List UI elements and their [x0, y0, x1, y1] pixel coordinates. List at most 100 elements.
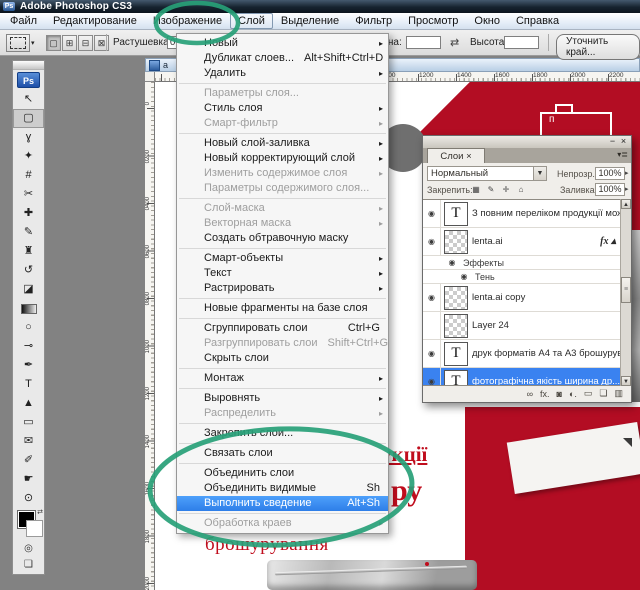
- background-color-swatch[interactable]: [26, 520, 43, 537]
- magic-wand-tool[interactable]: ✦: [13, 147, 44, 166]
- shape-tool[interactable]: ▭: [13, 413, 44, 432]
- menubar-item[interactable]: Фильтр: [347, 13, 400, 29]
- dodge-tool[interactable]: ⊸: [13, 337, 44, 356]
- adjustment-layer-button[interactable]: ◐.: [569, 389, 577, 399]
- menu-item[interactable]: Векторная маска▸: [177, 216, 388, 231]
- menubar-item[interactable]: Слой: [230, 13, 273, 29]
- hand-tool[interactable]: ☛: [13, 470, 44, 489]
- menu-item[interactable]: Удалить▸: [177, 66, 388, 81]
- eraser-tool[interactable]: ◪: [13, 280, 44, 299]
- panel-minimize-button[interactable]: −: [607, 136, 618, 147]
- opacity-input[interactable]: 100%: [595, 167, 625, 180]
- lock-all-icon[interactable]: ⌂: [514, 182, 528, 196]
- toolbox-grip[interactable]: [13, 61, 44, 70]
- menu-item[interactable]: Параметры содержимого слоя...: [177, 181, 388, 196]
- menu-item[interactable]: Слой-маска▸: [177, 201, 388, 216]
- lasso-tool[interactable]: ɣ: [13, 128, 44, 147]
- menubar-item[interactable]: Справка: [508, 13, 567, 29]
- menu-item[interactable]: Текст▸: [177, 266, 388, 281]
- layer-row[interactable]: ◉Tфотографічна якість ширина др...: [423, 368, 620, 386]
- new-layer-button[interactable]: ❏: [599, 388, 607, 399]
- panel-flyout-menu-icon[interactable]: ▾≣: [617, 150, 628, 159]
- notes-tool[interactable]: ✉: [13, 432, 44, 451]
- path-selection-tool[interactable]: ▲: [13, 394, 44, 413]
- layer-effect-row[interactable]: ◉Эффекты: [423, 256, 620, 270]
- blur-tool[interactable]: ○: [13, 318, 44, 337]
- layer-row[interactable]: ◉lenta.ai copy: [423, 284, 620, 312]
- visibility-eye-icon[interactable]: ◉: [423, 340, 441, 367]
- rectangular-marquee-tool[interactable]: ▢: [13, 109, 44, 128]
- move-tool[interactable]: ↖: [13, 90, 44, 109]
- layers-tab-close-icon[interactable]: ×: [466, 151, 472, 162]
- opacity-spinner-icon[interactable]: ▸: [625, 169, 633, 177]
- slice-tool[interactable]: ✂: [13, 185, 44, 204]
- layer-row[interactable]: ◉lenta.aifx ▴: [423, 228, 620, 256]
- new-selection-button[interactable]: ▢: [46, 35, 61, 51]
- subtract-from-selection-button[interactable]: ⊟: [78, 35, 93, 51]
- menu-item[interactable]: Смарт-объекты▸: [177, 251, 388, 266]
- menu-item[interactable]: Связать слои: [177, 446, 388, 461]
- menu-item[interactable]: Закрепить слои...: [177, 426, 388, 441]
- width-input[interactable]: [406, 36, 441, 49]
- menu-item[interactable]: Стиль слоя▸: [177, 101, 388, 116]
- menu-item[interactable]: Дубликат слоев...Alt+Shift+Ctrl+D: [177, 51, 388, 66]
- zoom-tool[interactable]: ⊙: [13, 489, 44, 508]
- crop-tool[interactable]: #: [13, 166, 44, 185]
- menu-item[interactable]: Монтаж▸: [177, 371, 388, 386]
- menu-item[interactable]: Создать обтравочную маску: [177, 231, 388, 246]
- menu-item[interactable]: Объединить видимыеSh: [177, 481, 388, 496]
- link-layers-button[interactable]: ∞: [527, 389, 533, 399]
- menu-item[interactable]: Новый корректирующий слой▸: [177, 151, 388, 166]
- menu-item[interactable]: Изменить содержимое слоя▸: [177, 166, 388, 181]
- healing-brush-tool[interactable]: ✚: [13, 204, 44, 223]
- visibility-eye-icon[interactable]: ◉: [423, 228, 441, 255]
- visibility-eye-icon[interactable]: [423, 312, 441, 339]
- visibility-eye-icon[interactable]: ◉: [445, 256, 459, 269]
- layer-fx-icon[interactable]: fx ▴: [600, 236, 620, 247]
- quick-mask-button[interactable]: ◎: [13, 540, 44, 556]
- layer-row[interactable]: ◉TЗ повним переліком продукції мож...: [423, 200, 620, 228]
- scrollbar-thumb[interactable]: ≡: [621, 277, 631, 303]
- eyedropper-tool[interactable]: ✐: [13, 451, 44, 470]
- layer-row[interactable]: ◉Tдрук форматів А4 та А3 брошурув...: [423, 340, 620, 368]
- layer-row[interactable]: Layer 24: [423, 312, 620, 340]
- layers-scrollbar[interactable]: ▲ ≡ ▼: [620, 199, 631, 386]
- refine-edge-button[interactable]: Уточнить край...: [556, 34, 640, 60]
- menu-item[interactable]: Выполнить сведениеAlt+Sh: [177, 496, 388, 511]
- fill-spinner-icon[interactable]: ▸: [625, 185, 633, 193]
- menu-item[interactable]: Параметры слоя...: [177, 86, 388, 101]
- menubar-item[interactable]: Просмотр: [400, 13, 466, 29]
- swap-colors-icon[interactable]: ⇄: [37, 508, 43, 516]
- menu-item[interactable]: Растрировать▸: [177, 281, 388, 296]
- screen-mode-button[interactable]: ❏: [13, 556, 44, 572]
- menu-item[interactable]: Распределить▸: [177, 406, 388, 421]
- menu-item[interactable]: Разгруппировать слоиShift+Ctrl+G: [177, 336, 388, 351]
- menu-item[interactable]: Смарт-фильтр▸: [177, 116, 388, 131]
- menu-item[interactable]: Объединить слои: [177, 466, 388, 481]
- menubar-item[interactable]: Окно: [466, 13, 508, 29]
- visibility-eye-icon[interactable]: ◉: [423, 368, 441, 386]
- new-group-button[interactable]: ▭: [584, 388, 593, 399]
- menu-item[interactable]: Новый▸: [177, 36, 388, 51]
- menu-item[interactable]: Новый слой-заливка▸: [177, 136, 388, 151]
- fill-input[interactable]: 100%: [595, 183, 625, 196]
- brush-tool[interactable]: ✎: [13, 223, 44, 242]
- menubar-item[interactable]: Изображение: [145, 13, 230, 29]
- pen-tool[interactable]: ✒: [13, 356, 44, 375]
- lock-position-icon[interactable]: ✛: [499, 182, 513, 196]
- menu-item[interactable]: Скрыть слои: [177, 351, 388, 366]
- gradient-tool[interactable]: [13, 299, 44, 318]
- blend-mode-dropdown-icon[interactable]: ▼: [533, 167, 546, 180]
- visibility-eye-icon[interactable]: ◉: [423, 284, 441, 311]
- menu-item[interactable]: Сгруппировать слоиCtrl+G: [177, 321, 388, 336]
- menu-item[interactable]: Выровнять▸: [177, 391, 388, 406]
- layers-tab[interactable]: Слои ×: [427, 148, 485, 163]
- type-tool[interactable]: T: [13, 375, 44, 394]
- swap-dimensions-icon[interactable]: ⇄: [450, 36, 459, 49]
- menu-item[interactable]: Обработка краев▸: [177, 516, 388, 531]
- menu-item[interactable]: Новые фрагменты на базе слоя: [177, 301, 388, 316]
- delete-layer-button[interactable]: ▥: [614, 388, 623, 399]
- panel-close-button[interactable]: ×: [618, 136, 629, 147]
- lock-pixels-icon[interactable]: ✎: [484, 182, 498, 196]
- scroll-up-icon[interactable]: ▲: [621, 199, 631, 209]
